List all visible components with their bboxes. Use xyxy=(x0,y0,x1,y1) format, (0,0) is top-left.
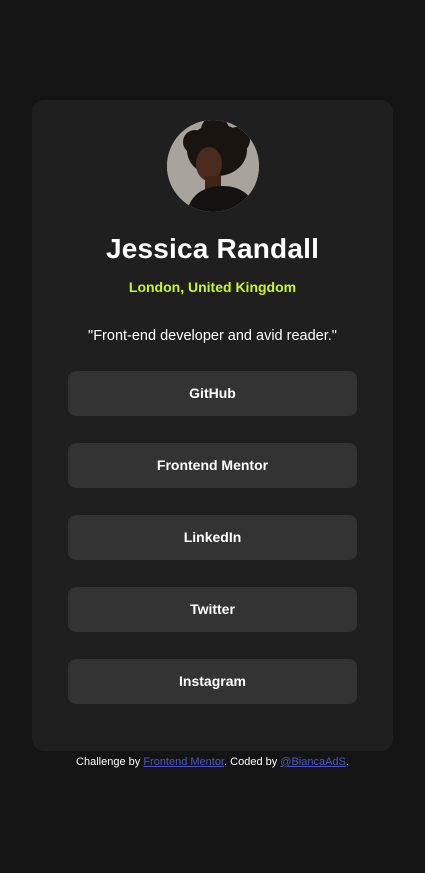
github-link-button[interactable]: GitHub xyxy=(68,371,357,416)
frontend-mentor-link-button[interactable]: Frontend Mentor xyxy=(68,443,357,488)
twitter-link-button[interactable]: Twitter xyxy=(68,587,357,632)
profile-card: Jessica Randall London, United Kingdom "… xyxy=(32,100,393,751)
linkedin-link-button[interactable]: LinkedIn xyxy=(68,515,357,560)
frontend-mentor-footer-link[interactable]: Frontend Mentor xyxy=(143,756,224,768)
profile-location: London, United Kingdom xyxy=(128,279,297,295)
footer-prefix: Challenge by xyxy=(76,756,144,768)
footer-suffix: . xyxy=(345,756,349,768)
footer-middle: . Coded by xyxy=(224,756,281,768)
author-footer-link[interactable]: @BiancaAdS xyxy=(280,756,346,768)
attribution-footer: Challenge by Frontend Mentor. Coded by @… xyxy=(0,756,425,768)
social-links: GitHub Frontend Mentor LinkedIn Twitter … xyxy=(68,371,357,731)
profile-name: Jessica Randall xyxy=(105,233,320,264)
profile-bio: "Front-end developer and avid reader." xyxy=(88,328,337,344)
instagram-link-button[interactable]: Instagram xyxy=(68,659,357,704)
avatar xyxy=(167,120,259,212)
